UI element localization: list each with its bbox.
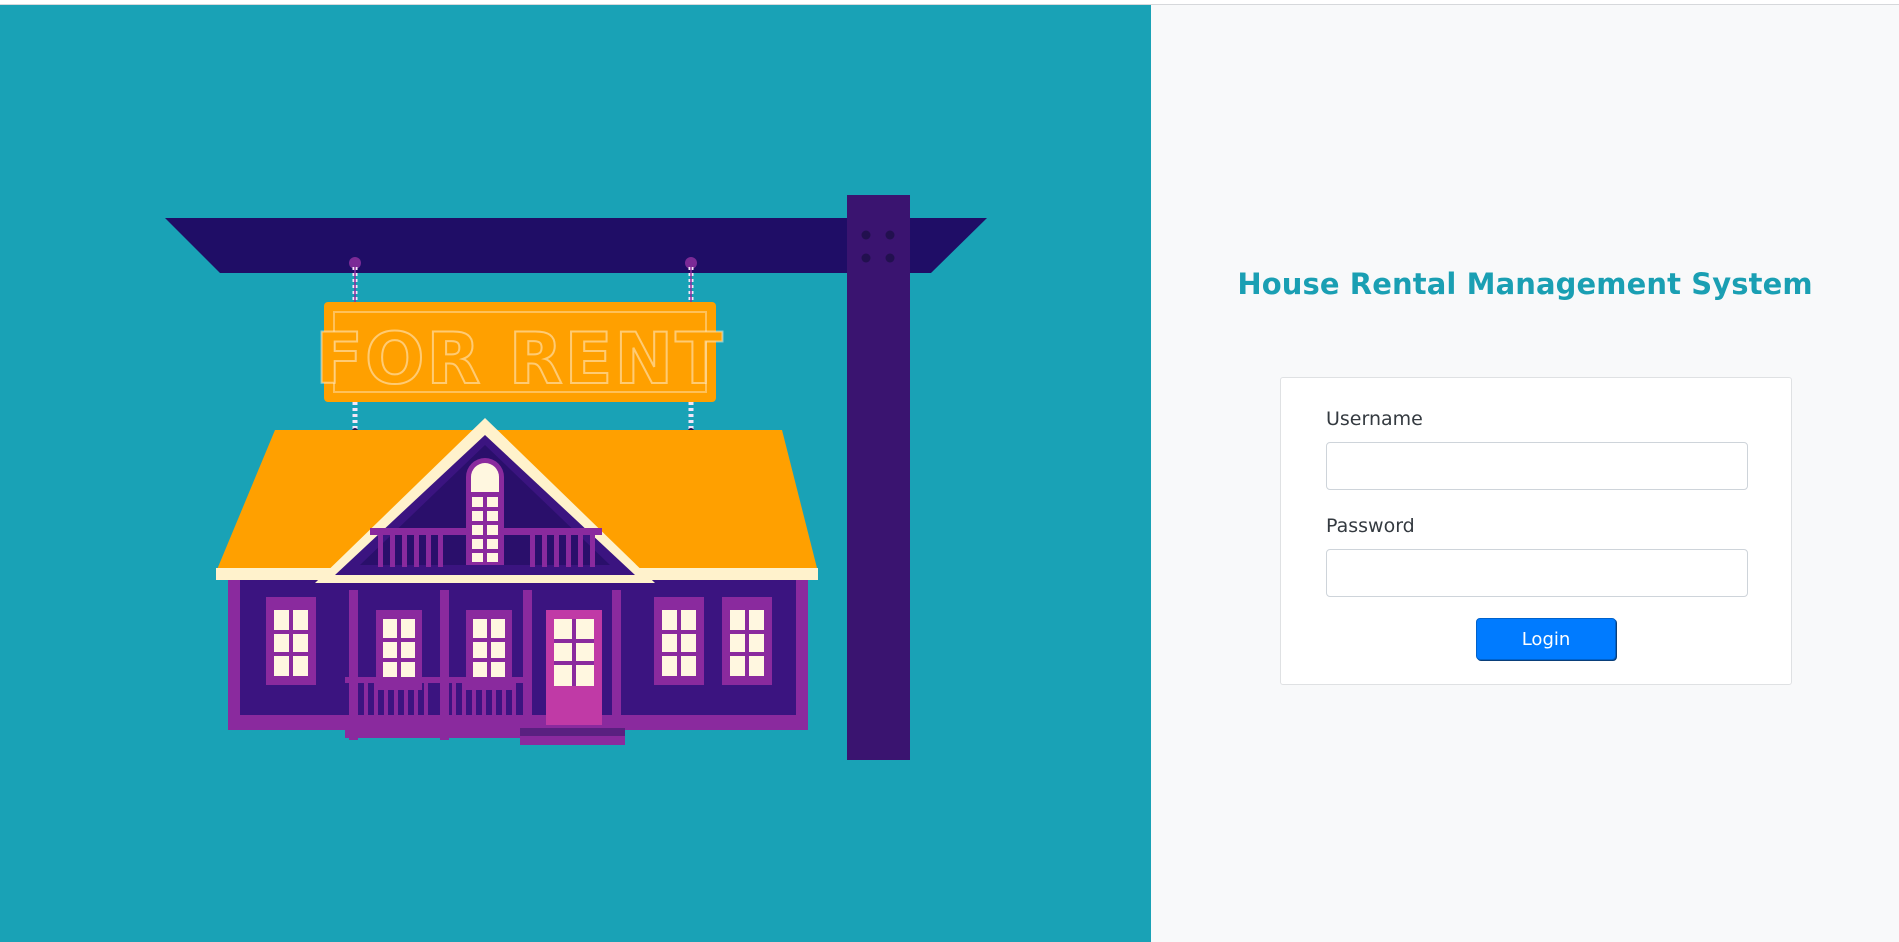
hero-panel: FOR RENT xyxy=(0,5,1151,942)
page-title: House Rental Management System xyxy=(1237,267,1813,301)
username-label: Username xyxy=(1326,408,1423,430)
login-panel: House Rental Management System Username … xyxy=(1151,5,1899,942)
password-label: Password xyxy=(1326,515,1415,537)
house-for-rent-illustration: FOR RENT xyxy=(165,195,987,760)
username-input[interactable] xyxy=(1326,442,1748,490)
login-button[interactable]: Login xyxy=(1476,618,1616,660)
for-rent-text: FOR RENT xyxy=(315,318,725,400)
sign-post xyxy=(847,195,910,760)
login-card: Username Password Login xyxy=(1280,377,1792,685)
password-input[interactable] xyxy=(1326,549,1748,597)
